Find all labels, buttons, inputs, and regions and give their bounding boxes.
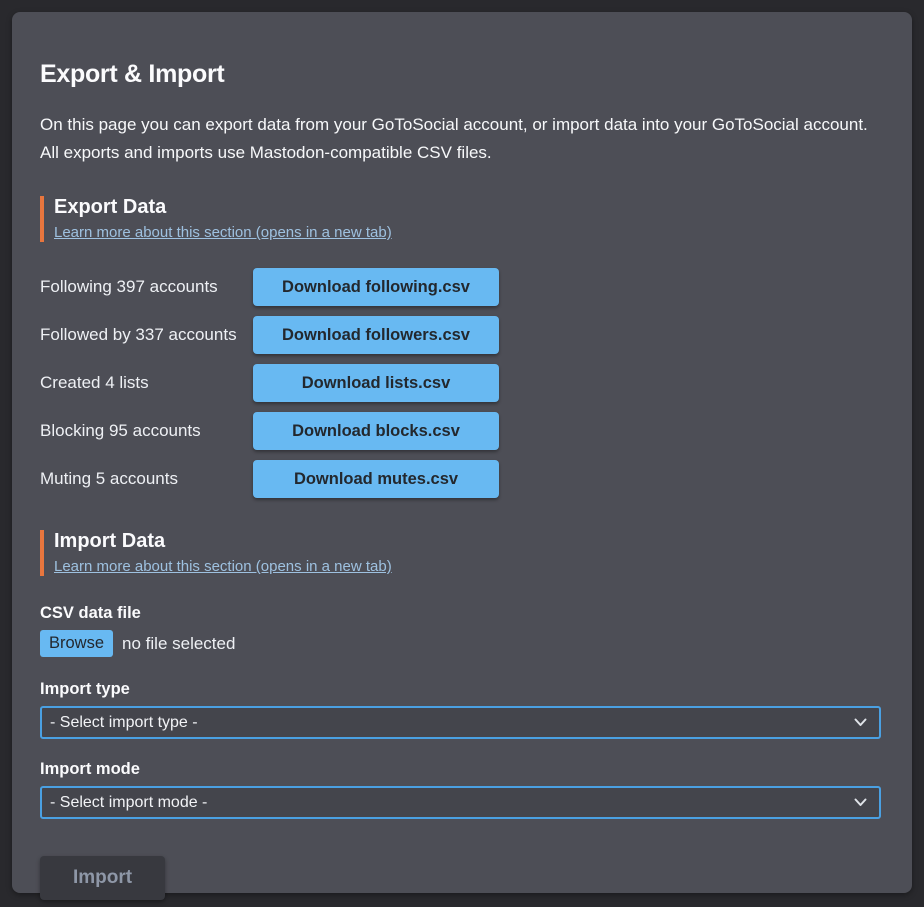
download-lists-button[interactable]: Download lists.csv	[253, 364, 499, 402]
lists-count-label: Created 4 lists	[40, 373, 253, 393]
export-learn-more-link[interactable]: Learn more about this section (opens in …	[54, 224, 392, 241]
page-description: On this page you can export data from yo…	[40, 111, 880, 166]
import-type-label: Import type	[40, 680, 882, 699]
import-type-field: Import type - Select import type -	[40, 680, 882, 739]
import-type-selected-value: - Select import type -	[50, 714, 198, 732]
import-mode-selected-value: - Select import mode -	[50, 794, 207, 812]
import-data-heading: Import Data	[54, 530, 882, 553]
followers-count-label: Followed by 337 accounts	[40, 325, 253, 345]
csv-file-input: Browse no file selected	[40, 630, 882, 657]
chevron-down-icon	[854, 718, 867, 727]
blocks-count-label: Blocking 95 accounts	[40, 421, 253, 441]
chevron-down-icon	[854, 798, 867, 807]
following-count-label: Following 397 accounts	[40, 277, 253, 297]
import-learn-more-link[interactable]: Learn more about this section (opens in …	[54, 558, 392, 575]
file-status-text: no file selected	[122, 634, 235, 654]
export-import-panel: Export & Import On this page you can exp…	[12, 12, 912, 893]
download-following-button[interactable]: Download following.csv	[253, 268, 499, 306]
export-section-header: Export Data Learn more about this sectio…	[40, 196, 882, 242]
import-mode-label: Import mode	[40, 760, 882, 779]
download-mutes-button[interactable]: Download mutes.csv	[253, 460, 499, 498]
csv-file-label: CSV data file	[40, 604, 882, 623]
download-followers-button[interactable]: Download followers.csv	[253, 316, 499, 354]
import-mode-field: Import mode - Select import mode -	[40, 760, 882, 819]
browse-button[interactable]: Browse	[40, 630, 113, 657]
page-title: Export & Import	[40, 60, 882, 89]
mutes-count-label: Muting 5 accounts	[40, 469, 253, 489]
export-rows: Following 397 accounts Download followin…	[40, 268, 882, 498]
import-submit-button[interactable]: Import	[40, 856, 165, 900]
import-section-header: Import Data Learn more about this sectio…	[40, 530, 882, 576]
import-type-select[interactable]: - Select import type -	[40, 706, 881, 739]
export-data-heading: Export Data	[54, 196, 882, 219]
download-blocks-button[interactable]: Download blocks.csv	[253, 412, 499, 450]
import-mode-select[interactable]: - Select import mode -	[40, 786, 881, 819]
